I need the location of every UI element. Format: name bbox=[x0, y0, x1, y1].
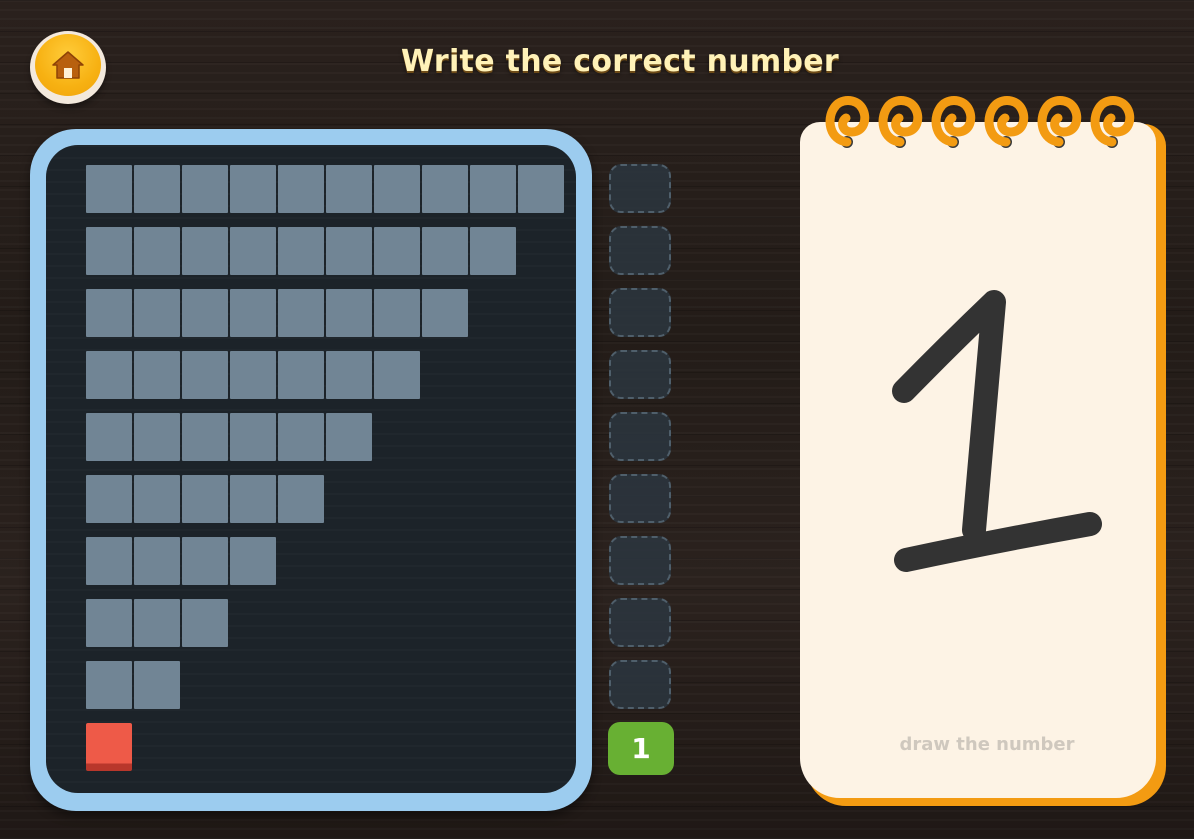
counting-block bbox=[422, 227, 468, 275]
counting-block bbox=[326, 289, 372, 337]
counting-block bbox=[86, 413, 132, 461]
block-row bbox=[86, 413, 374, 461]
counting-block bbox=[86, 351, 132, 399]
counting-block bbox=[182, 165, 228, 213]
counting-block bbox=[326, 165, 372, 213]
empty-answer-slot[interactable] bbox=[609, 164, 671, 213]
counting-block bbox=[278, 475, 324, 523]
counting-block bbox=[86, 289, 132, 337]
counting-block bbox=[86, 165, 132, 213]
block-row bbox=[86, 723, 134, 771]
counting-block bbox=[374, 289, 420, 337]
counting-board bbox=[30, 129, 592, 811]
counting-block bbox=[230, 413, 276, 461]
notepad-ring-icon bbox=[1037, 96, 1082, 148]
counting-block bbox=[134, 661, 180, 709]
drawing-notepad[interactable] bbox=[800, 122, 1156, 798]
block-row bbox=[86, 537, 278, 585]
counting-block bbox=[230, 227, 276, 275]
empty-answer-slot[interactable] bbox=[609, 536, 671, 585]
draw-hint: draw the number bbox=[899, 734, 1075, 755]
counting-block bbox=[278, 351, 324, 399]
counting-block bbox=[182, 289, 228, 337]
empty-answer-slot[interactable] bbox=[609, 288, 671, 337]
counting-block bbox=[326, 227, 372, 275]
highlighted-block bbox=[86, 723, 132, 771]
counting-block bbox=[278, 165, 324, 213]
empty-answer-slot[interactable] bbox=[609, 350, 671, 399]
counting-block bbox=[422, 289, 468, 337]
counting-block bbox=[230, 475, 276, 523]
counting-block bbox=[134, 413, 180, 461]
counting-block bbox=[182, 475, 228, 523]
counting-block bbox=[278, 289, 324, 337]
counting-block bbox=[182, 413, 228, 461]
answer-number-button[interactable]: 1 bbox=[608, 722, 674, 775]
counting-block bbox=[182, 537, 228, 585]
counting-block bbox=[326, 413, 372, 461]
counting-block bbox=[86, 661, 132, 709]
counting-block bbox=[230, 165, 276, 213]
empty-answer-slot[interactable] bbox=[609, 412, 671, 461]
empty-answer-slot[interactable] bbox=[609, 474, 671, 523]
counting-block bbox=[134, 351, 180, 399]
counting-block bbox=[374, 227, 420, 275]
block-row bbox=[86, 227, 518, 275]
block-row bbox=[86, 289, 470, 337]
block-row bbox=[86, 475, 326, 523]
counting-block bbox=[86, 537, 132, 585]
counting-block bbox=[518, 165, 564, 213]
counting-block bbox=[278, 413, 324, 461]
empty-answer-slot[interactable] bbox=[609, 660, 671, 709]
notepad-ring-icon bbox=[931, 96, 976, 148]
counting-block bbox=[230, 351, 276, 399]
counting-block bbox=[134, 165, 180, 213]
counting-block bbox=[230, 289, 276, 337]
counting-block bbox=[374, 165, 420, 213]
counting-block bbox=[470, 165, 516, 213]
counting-block bbox=[134, 227, 180, 275]
counting-block bbox=[134, 289, 180, 337]
counting-block bbox=[278, 227, 324, 275]
empty-answer-slot[interactable] bbox=[609, 226, 671, 275]
counting-block bbox=[86, 475, 132, 523]
counting-block bbox=[326, 351, 372, 399]
counting-block bbox=[374, 351, 420, 399]
board-surface bbox=[46, 145, 576, 793]
counting-block bbox=[86, 227, 132, 275]
counting-block bbox=[230, 537, 276, 585]
counting-block bbox=[134, 475, 180, 523]
empty-answer-slot[interactable] bbox=[609, 598, 671, 647]
notepad-ring-icon bbox=[878, 96, 923, 148]
counting-block bbox=[86, 599, 132, 647]
block-row bbox=[86, 661, 182, 709]
block-row bbox=[86, 599, 230, 647]
page-title: Write the correct number bbox=[401, 44, 839, 79]
block-row bbox=[86, 165, 566, 213]
counting-block bbox=[422, 165, 468, 213]
notepad-ring-icon bbox=[825, 96, 870, 148]
counting-block bbox=[182, 227, 228, 275]
notepad-ring-icon bbox=[1090, 96, 1135, 148]
drawn-number bbox=[892, 290, 1102, 572]
counting-block bbox=[182, 351, 228, 399]
notepad-ring-icon bbox=[984, 96, 1029, 148]
counting-block bbox=[470, 227, 516, 275]
counting-block bbox=[182, 599, 228, 647]
counting-block bbox=[134, 599, 180, 647]
counting-block bbox=[134, 537, 180, 585]
block-row bbox=[86, 351, 422, 399]
